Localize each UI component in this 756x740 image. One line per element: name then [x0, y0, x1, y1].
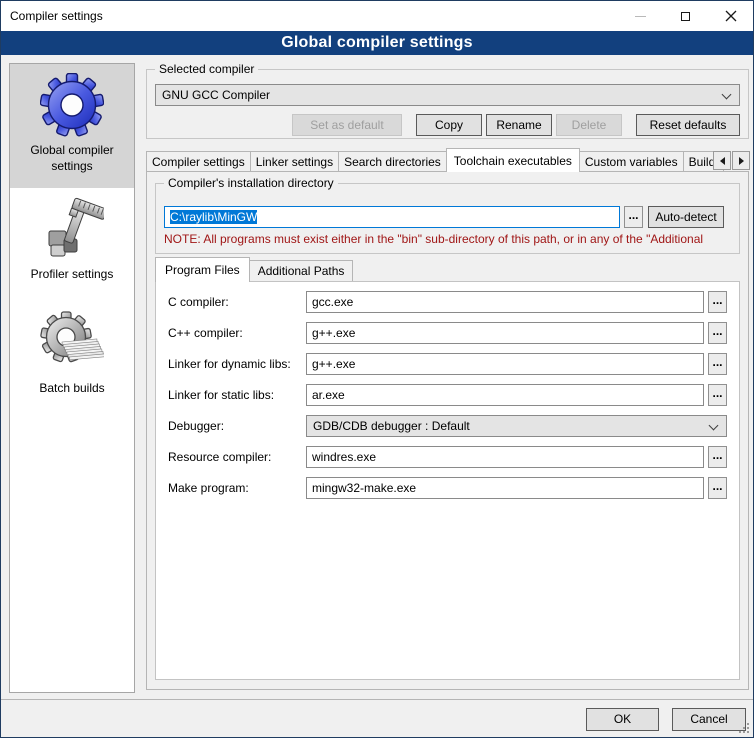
toolchain-fields: C compiler:gcc.exe...C++ compiler:g++.ex… — [156, 291, 739, 499]
tab-scroll-right-button[interactable] — [732, 151, 750, 170]
tab-linker-settings[interactable]: Linker settings — [250, 151, 339, 171]
dialog-header-title: Global compiler settings — [281, 34, 473, 52]
compiler-settings-window: Compiler settings Global compiler settin… — [0, 0, 754, 738]
tab-custom-variables[interactable]: Custom variables — [579, 151, 684, 171]
field-row-cpp-compiler: C++ compiler:g++.exe... — [168, 322, 739, 344]
field-row-resource-compiler: Resource compiler:windres.exe... — [168, 446, 739, 468]
sidebar-item-label: Batch builds — [10, 375, 134, 396]
field-row-make-program: Make program:mingw32-make.exe... — [168, 477, 739, 499]
dialog-header: Global compiler settings — [1, 31, 753, 55]
dialog-body: Global compiler settings — [1, 56, 753, 737]
sidebar-item-label: Profiler settings — [10, 261, 134, 282]
chevron-down-icon — [709, 421, 719, 431]
maximize-icon — [681, 12, 690, 21]
chevron-down-icon — [722, 90, 732, 100]
copy-button[interactable]: Copy — [416, 114, 482, 136]
rename-button[interactable]: Rename — [486, 114, 552, 136]
tab-scroll-left-button[interactable] — [713, 151, 731, 170]
minimize-icon — [635, 16, 646, 17]
resource-compiler-browse-button[interactable]: ... — [708, 446, 727, 468]
linker-dynamic-libs-browse-button[interactable]: ... — [708, 353, 727, 375]
linker-static-libs-label: Linker for static libs: — [168, 388, 306, 402]
install-dir-note: NOTE: All programs must exist either in … — [164, 232, 738, 246]
field-row-linker-static-libs: Linker for static libs:ar.exe... — [168, 384, 739, 406]
maximize-button[interactable] — [663, 1, 708, 31]
minimize-button[interactable] — [618, 1, 663, 31]
tab-compiler-settings[interactable]: Compiler settings — [146, 151, 251, 171]
linker-static-libs-browse-button[interactable]: ... — [708, 384, 727, 406]
caliper-icon — [40, 197, 104, 261]
sidebar-item-profiler-settings[interactable]: Profiler settings — [10, 188, 134, 302]
install-dir-browse-button[interactable]: ... — [624, 206, 643, 228]
gray-gear-papers-icon — [40, 311, 104, 375]
right-arrow-icon — [739, 157, 744, 165]
cpp-compiler-label: C++ compiler: — [168, 326, 306, 340]
debugger-select[interactable]: GDB/CDB debugger : Default — [306, 415, 727, 437]
c-compiler-browse-button[interactable]: ... — [708, 291, 727, 313]
selected-compiler-group-label: Selected compiler — [155, 62, 258, 76]
tab-additional-paths[interactable]: Additional Paths — [249, 260, 354, 281]
sidebar-item-global-compiler-settings[interactable]: Global compiler settings — [10, 64, 134, 188]
selected-compiler-group: Selected compiler GNU GCC Compiler Set a… — [146, 69, 749, 139]
install-dir-group-label: Compiler's installation directory — [164, 176, 338, 190]
compiler-select-value: GNU GCC Compiler — [162, 88, 270, 102]
c-compiler-label: C compiler: — [168, 295, 306, 309]
program-files-page: C compiler:gcc.exe...C++ compiler:g++.ex… — [155, 281, 740, 680]
compiler-actions: Set as default CopyRenameDelete Reset defa… — [292, 114, 740, 136]
cpp-compiler-browse-button[interactable]: ... — [708, 322, 727, 344]
compiler-select[interactable]: GNU GCC Compiler — [155, 84, 740, 106]
install-dir-value: C:\raylib\MinGW — [170, 210, 257, 224]
linker-dynamic-libs-label: Linker for dynamic libs: — [168, 357, 306, 371]
tab-program-files[interactable]: Program Files — [155, 257, 250, 282]
make-program-label: Make program: — [168, 481, 306, 495]
close-icon — [725, 10, 737, 22]
install-dir-input[interactable]: C:\raylib\MinGW — [164, 206, 620, 228]
field-row-linker-dynamic-libs: Linker for dynamic libs:g++.exe... — [168, 353, 739, 375]
make-program-browse-button[interactable]: ... — [708, 477, 727, 499]
field-row-debugger: Debugger: GDB/CDB debugger : Default — [168, 415, 739, 437]
sidebar-item-batch-builds[interactable]: Batch builds — [10, 302, 134, 422]
tab-search-directories[interactable]: Search directories — [338, 151, 447, 171]
debugger-label: Debugger: — [168, 419, 306, 433]
blue-gear-icon — [40, 73, 104, 137]
left-arrow-icon — [720, 157, 725, 165]
tab-scroll-buttons — [712, 151, 750, 170]
make-program-input[interactable]: mingw32-make.exe — [306, 477, 704, 499]
window-title: Compiler settings — [1, 9, 103, 23]
footer-divider — [1, 699, 753, 700]
sidebar: Global compiler settings — [9, 63, 135, 693]
resize-grip[interactable] — [747, 731, 749, 733]
field-row-c-compiler: C compiler:gcc.exe... — [168, 291, 739, 313]
reset-defaults-button[interactable]: Reset defaults — [636, 114, 740, 136]
set-as-default-button[interactable]: Set as default — [292, 114, 402, 136]
install-dir-group: Compiler's installation directory C:\ray… — [155, 183, 740, 254]
program-tab-strip: Program FilesAdditional Paths — [155, 257, 740, 282]
delete-button[interactable]: Delete — [556, 114, 622, 136]
linker-dynamic-libs-input[interactable]: g++.exe — [306, 353, 704, 375]
ok-button[interactable]: OK — [586, 708, 659, 731]
title-bar: Compiler settings — [1, 1, 753, 31]
resource-compiler-label: Resource compiler: — [168, 450, 306, 464]
cpp-compiler-input[interactable]: g++.exe — [306, 322, 704, 344]
c-compiler-input[interactable]: gcc.exe — [306, 291, 704, 313]
debugger-value: GDB/CDB debugger : Default — [313, 419, 470, 433]
linker-static-libs-input[interactable]: ar.exe — [306, 384, 704, 406]
resource-compiler-input[interactable]: windres.exe — [306, 446, 704, 468]
sidebar-item-label: Global compiler settings — [10, 137, 134, 174]
toolchain-executables-page: Compiler's installation directory C:\ray… — [146, 171, 749, 690]
settings-tab-strip: Compiler settingsLinker settingsSearch d… — [146, 148, 750, 172]
cancel-button[interactable]: Cancel — [672, 708, 746, 731]
auto-detect-button[interactable]: Auto-detect — [648, 206, 724, 228]
tab-toolchain-executables[interactable]: Toolchain executables — [446, 148, 580, 172]
window-controls — [618, 1, 753, 31]
close-button[interactable] — [708, 1, 753, 31]
install-dir-row: C:\raylib\MinGW ... Auto-detect — [164, 206, 731, 228]
